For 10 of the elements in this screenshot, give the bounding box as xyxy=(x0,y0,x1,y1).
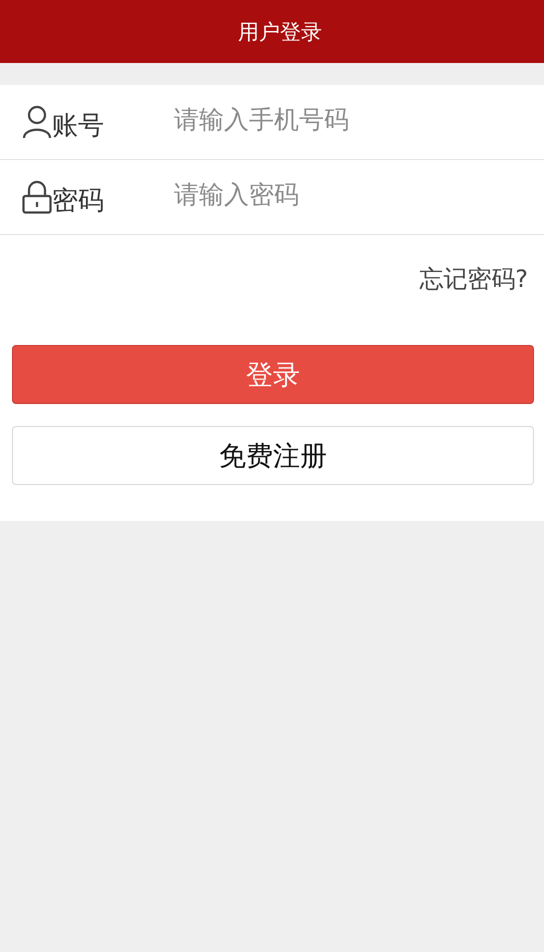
field-label: 账号 xyxy=(52,110,105,142)
input-field[interactable]: 请输入手机号码 xyxy=(174,104,544,134)
forgot-password-link[interactable]: 忘记密码? xyxy=(419,263,528,295)
user-icon xyxy=(22,105,52,139)
input-field[interactable]: 请输入密码 xyxy=(174,180,544,208)
login-button[interactable]: 登录 xyxy=(12,345,534,404)
register-button[interactable]: 免费注册 xyxy=(12,426,534,485)
lock-icon xyxy=(22,180,52,214)
field-label: 密码 xyxy=(52,184,105,218)
page-title: 用户登录 xyxy=(238,18,322,46)
